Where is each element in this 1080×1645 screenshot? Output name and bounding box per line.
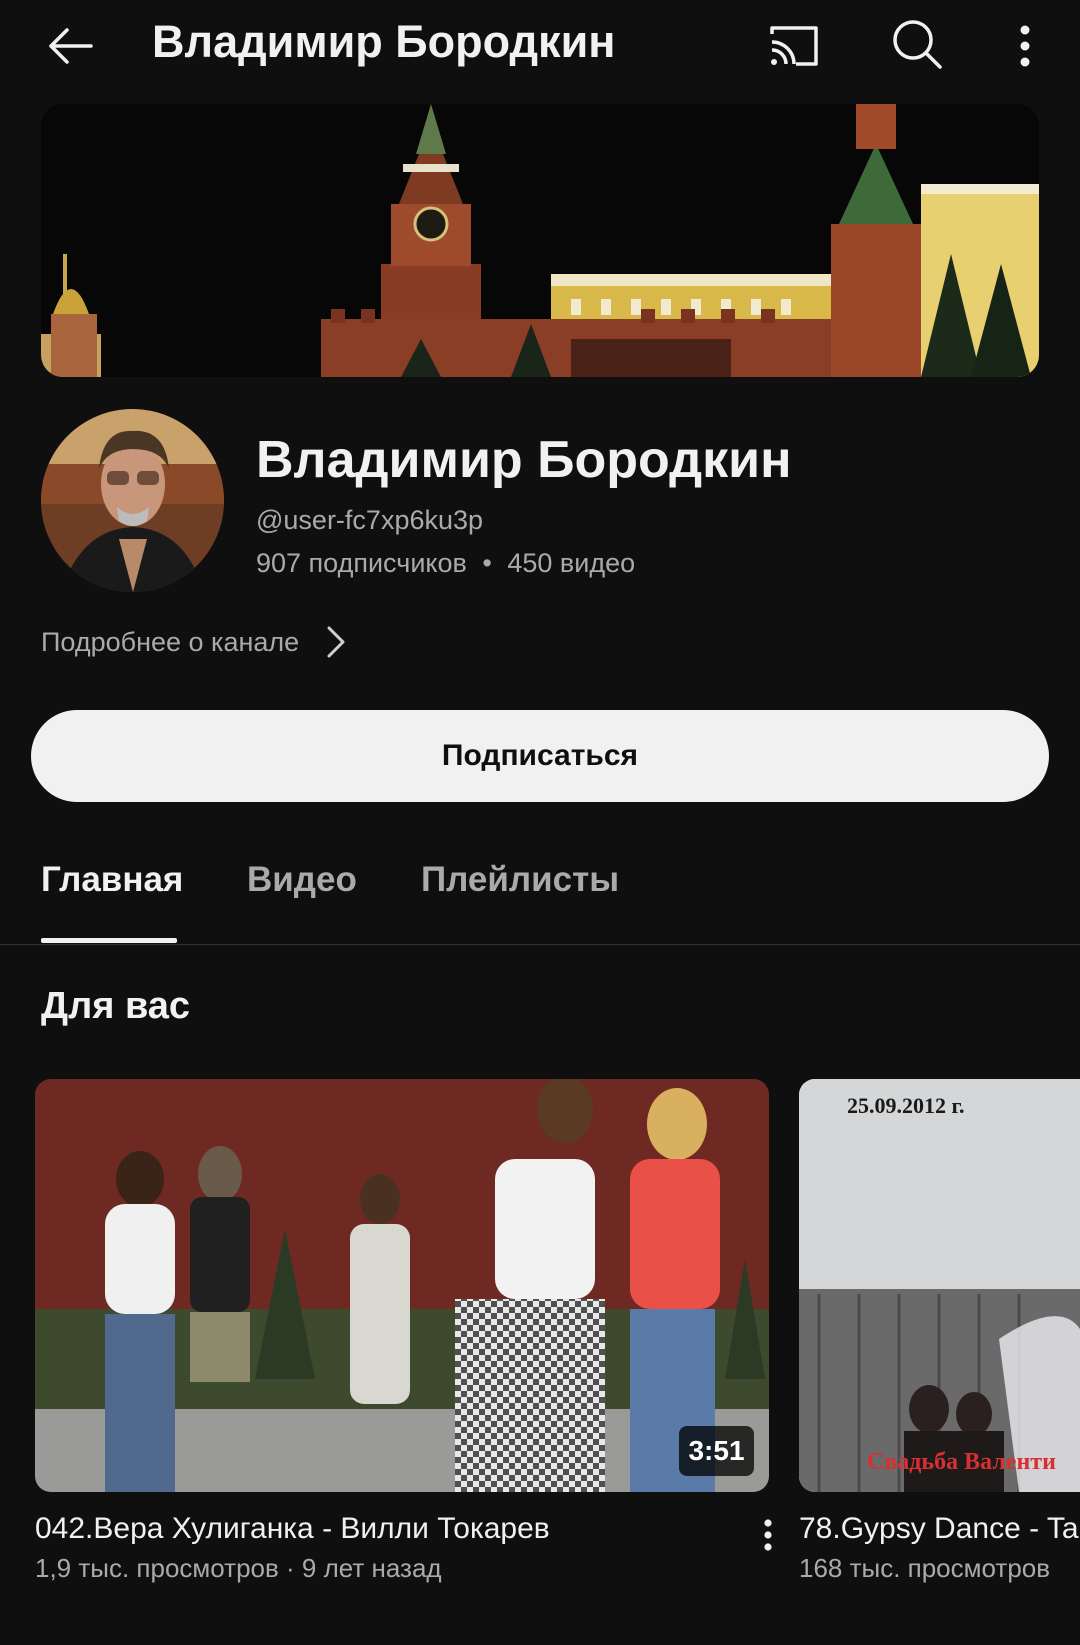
channel-banner <box>41 104 1039 377</box>
video-title[interactable]: 78.Gypsy Dance - Ta <box>799 1512 1079 1546</box>
video-count: 450 видео <box>507 548 636 578</box>
video-overlay-date: 25.09.2012 г. <box>847 1093 965 1118</box>
back-arrow-icon <box>49 28 93 64</box>
section-title: Для вас <box>41 985 191 1027</box>
channel-handle: @user-fc7xp6ku3p <box>256 505 484 535</box>
channel-stats: 907 подписчиков • 450 видео <box>256 548 635 579</box>
search-button[interactable] <box>888 15 946 73</box>
tab-playlists[interactable]: Плейлисты <box>421 860 619 900</box>
video-menu-button[interactable] <box>752 1515 784 1555</box>
channel-tabs: Главная Видео Плейлисты <box>0 832 1080 945</box>
back-button[interactable] <box>42 18 98 74</box>
page-title: Владимир Бородкин <box>152 16 616 67</box>
subscriber-count: 907 подписчиков <box>256 548 467 578</box>
more-vert-icon <box>1020 25 1030 67</box>
cast-icon <box>770 26 818 66</box>
about-channel-link[interactable]: Подробнее о канале <box>41 625 347 659</box>
channel-avatar[interactable] <box>41 409 224 592</box>
video-thumbnail[interactable]: 25.09.2012 г. Свадьба Валенти <box>799 1079 1080 1492</box>
video-duration-badge: 3:51 <box>679 1426 754 1476</box>
thumbnail-image <box>35 1079 769 1492</box>
stats-separator: • <box>482 548 492 578</box>
more-vert-icon <box>764 1519 772 1551</box>
subscribe-button[interactable]: Подписаться <box>31 710 1049 802</box>
tab-videos[interactable]: Видео <box>247 860 357 900</box>
about-channel-label: Подробнее о канале <box>41 626 300 657</box>
top-app-bar: Владимир Бородкин <box>0 0 1080 90</box>
chevron-right-icon <box>327 626 345 658</box>
thumbnail-image <box>799 1079 1080 1492</box>
cast-button[interactable] <box>764 18 824 74</box>
more-options-button[interactable] <box>1005 18 1045 74</box>
active-tab-indicator <box>41 938 177 943</box>
video-thumbnail[interactable] <box>35 1079 769 1492</box>
search-icon <box>893 20 942 69</box>
avatar-image <box>41 409 224 592</box>
video-meta: 168 тыс. просмотров <box>799 1553 1051 1583</box>
video-overlay-caption: Свадьба Валенти <box>867 1449 1056 1475</box>
channel-name: Владимир Бородкин <box>256 431 792 489</box>
tab-home[interactable]: Главная <box>41 860 183 900</box>
banner-image <box>41 104 1039 377</box>
video-title[interactable]: 042.Вера Хулиганка - Вилли Токарев <box>35 1512 550 1546</box>
video-meta: 1,9 тыс. просмотров · 9 лет назад <box>35 1553 442 1583</box>
